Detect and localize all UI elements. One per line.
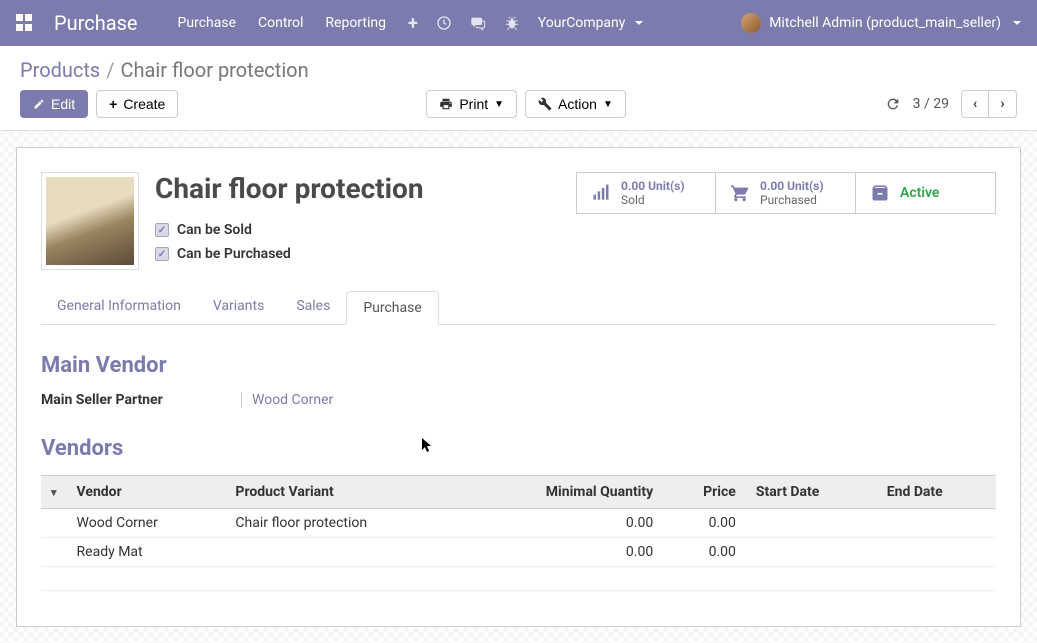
stat-sold[interactable]: 0.00 Unit(s)Sold [576,172,716,214]
table-row[interactable]: Wood Corner Chair floor protection 0.00 … [41,509,996,538]
breadcrumb-current: Chair floor protection [121,58,309,82]
checkbox-checked-icon [155,223,169,237]
col-vendor[interactable]: Vendor [67,476,226,509]
pencil-icon [33,98,45,110]
breadcrumb-sep: / [106,58,114,82]
checkbox-checked-icon [155,247,169,261]
col-min-qty[interactable]: Minimal Quantity [463,476,663,509]
pager-text[interactable]: 3 / 29 [913,96,949,112]
vendors-table: Vendor Product Variant Minimal Quantity … [41,475,996,591]
product-image[interactable] [41,172,139,270]
vendors-heading: Vendors [41,436,996,461]
tab-general[interactable]: General Information [41,290,197,324]
product-title: Chair floor protection [155,172,424,205]
edit-button[interactable]: Edit [20,90,88,118]
form-sheet: Chair floor protection 0.00 Unit(s)Sold … [16,147,1021,627]
col-end[interactable]: End Date [877,476,996,509]
main-vendor-heading: Main Vendor [41,353,996,378]
tab-sales[interactable]: Sales [280,290,346,324]
toolbar: Edit + Create Print ▼ Action ▼ 3 / 29 ‹ … [0,86,1037,131]
stat-active[interactable]: Active [856,172,996,214]
chevron-down-icon: ▼ [603,99,613,110]
cart-icon [730,183,750,203]
dropdown-icon[interactable] [41,476,67,509]
tab-variants[interactable]: Variants [197,290,281,324]
company-menu[interactable]: YourCompany [538,15,644,31]
navbar: Purchase Purchase Control Reporting + Yo… [0,0,1037,46]
table-row-empty[interactable] [41,567,996,591]
main-seller-value[interactable]: Wood Corner [241,392,333,408]
tab-purchase[interactable]: Purchase [346,291,438,325]
nav-reporting[interactable]: Reporting [325,15,386,31]
wrench-icon [538,97,552,111]
tabs: General Information Variants Sales Purch… [41,290,996,325]
apps-icon[interactable] [16,14,34,32]
pager-next[interactable]: › [989,90,1017,118]
refresh-icon[interactable] [885,96,901,112]
print-icon [439,97,453,111]
plus-icon: + [109,96,117,112]
breadcrumb-parent[interactable]: Products [20,58,100,82]
nav-purchase[interactable]: Purchase [178,15,236,31]
main-seller-label: Main Seller Partner [41,392,201,408]
user-name: Mitchell Admin (product_main_seller) [769,15,1001,31]
col-variant[interactable]: Product Variant [225,476,463,509]
chat-icon[interactable] [470,15,486,31]
plus-icon[interactable]: + [408,13,418,34]
user-menu[interactable]: Mitchell Admin (product_main_seller) [741,13,1021,33]
chevron-down-icon: ▼ [494,99,504,110]
archive-icon [870,183,890,203]
stat-purchased[interactable]: 0.00 Unit(s)Purchased [716,172,856,214]
table-row[interactable]: Ready Mat 0.00 0.00 [41,538,996,567]
create-button[interactable]: + Create [96,90,178,118]
app-brand[interactable]: Purchase [54,11,138,35]
breadcrumb: Products / Chair floor protection [0,46,1037,86]
print-button[interactable]: Print ▼ [426,90,517,118]
bar-chart-icon [591,183,611,203]
clock-icon[interactable] [436,15,452,31]
avatar [741,13,761,33]
nav-control[interactable]: Control [258,15,303,31]
bug-icon[interactable] [504,15,520,31]
col-start[interactable]: Start Date [746,476,877,509]
col-price[interactable]: Price [663,476,746,509]
action-button[interactable]: Action ▼ [525,90,626,118]
pager-prev[interactable]: ‹ [961,90,989,118]
